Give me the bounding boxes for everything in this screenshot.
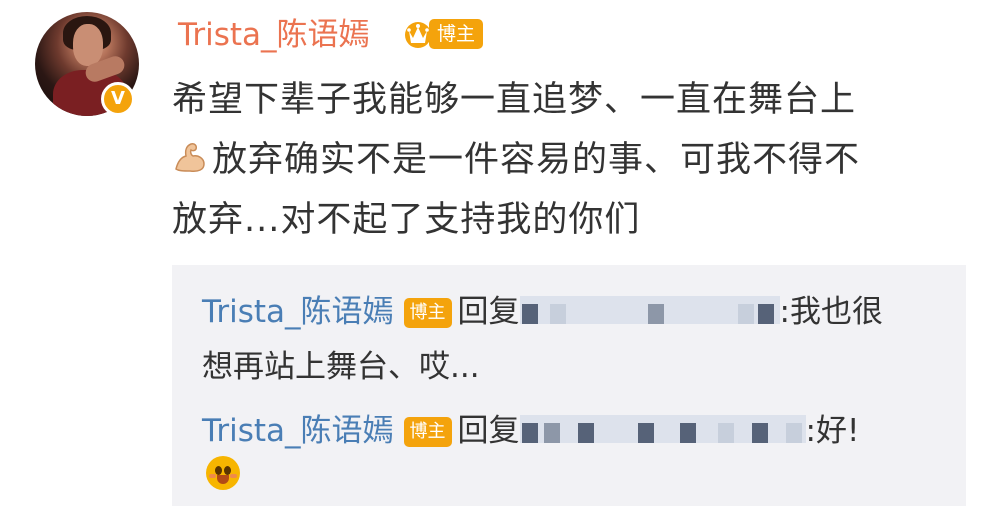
- post-text-line: 放弃...对不起了支持我的你们: [172, 200, 641, 240]
- post-text-line: 希望下辈子我能够一直追梦、一直在舞台上: [172, 80, 857, 120]
- post-text-line: 放弃确实不是一件容易的事、可我不得不: [172, 130, 972, 190]
- flexed-biceps-icon: [175, 143, 205, 172]
- role-badge: 博主: [403, 298, 452, 328]
- verified-badge-icon: V: [101, 82, 135, 116]
- reply-username[interactable]: Trista_陈语嫣: [202, 413, 394, 449]
- redacted-mention: [519, 415, 806, 443]
- reply-username[interactable]: Trista_陈语嫣: [202, 294, 394, 330]
- smiling-face-with-blush-icon: [206, 456, 240, 490]
- reply-item: Trista_陈语嫣 博主 回复 :我也很 想再站上舞台、哎...: [202, 285, 942, 395]
- post-text: 希望下辈子我能够一直追梦、一直在舞台上 放弃确实不是一件容易的事、可我不得不 放…: [172, 70, 972, 250]
- role-badge: 博主: [403, 417, 452, 447]
- post-username[interactable]: Trista_陈语嫣: [178, 14, 370, 56]
- redacted-mention: [519, 296, 780, 324]
- reply-text-continued: 想再站上舞台、哎...: [202, 349, 480, 385]
- role-badge: 博主: [429, 19, 483, 49]
- reply-text: :我也很: [779, 294, 883, 330]
- reply-label: 回复: [457, 294, 520, 330]
- reply-item: Trista_陈语嫣 博主 回复 :好!: [202, 404, 942, 459]
- post-text-line-content: 放弃确实不是一件容易的事、可我不得不: [212, 140, 861, 180]
- reply-text: :好!: [805, 413, 860, 449]
- reply-label: 回复: [457, 413, 520, 449]
